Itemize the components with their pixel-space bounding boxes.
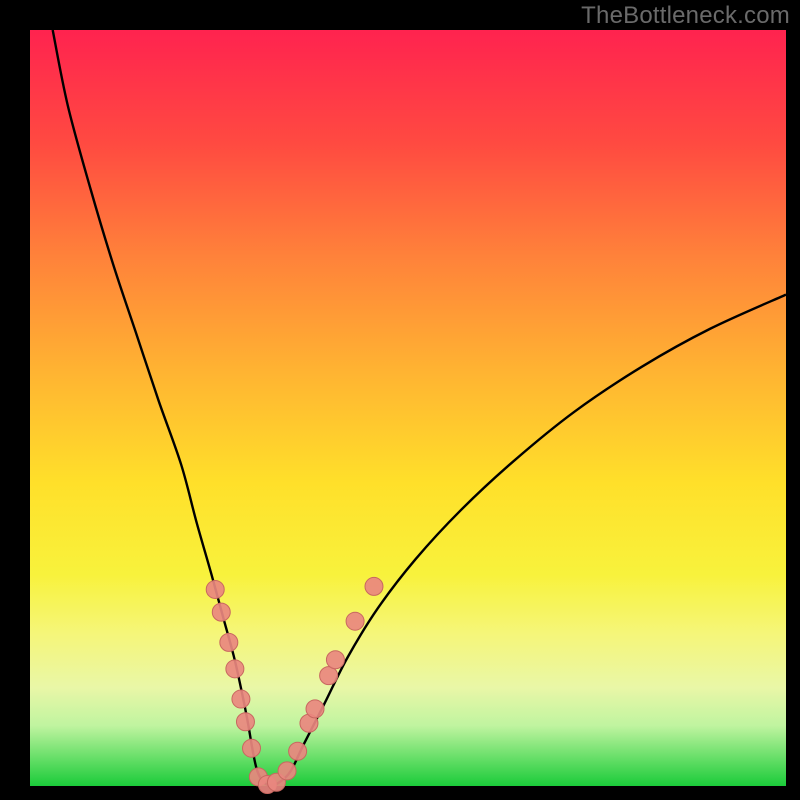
data-marker <box>226 660 244 678</box>
data-marker <box>243 739 261 757</box>
data-marker <box>326 651 344 669</box>
data-marker <box>236 713 254 731</box>
data-marker <box>365 577 383 595</box>
bottleneck-curve <box>53 30 786 785</box>
data-marker <box>289 742 307 760</box>
data-marker <box>206 580 224 598</box>
data-marker <box>232 690 250 708</box>
data-marker <box>212 603 230 621</box>
data-marker <box>346 612 364 630</box>
data-marker <box>220 633 238 651</box>
data-marker <box>306 700 324 718</box>
chart-container: TheBottleneck.com <box>0 0 800 800</box>
data-marker <box>320 667 338 685</box>
chart-overlay <box>0 0 800 800</box>
data-marker <box>278 762 296 780</box>
